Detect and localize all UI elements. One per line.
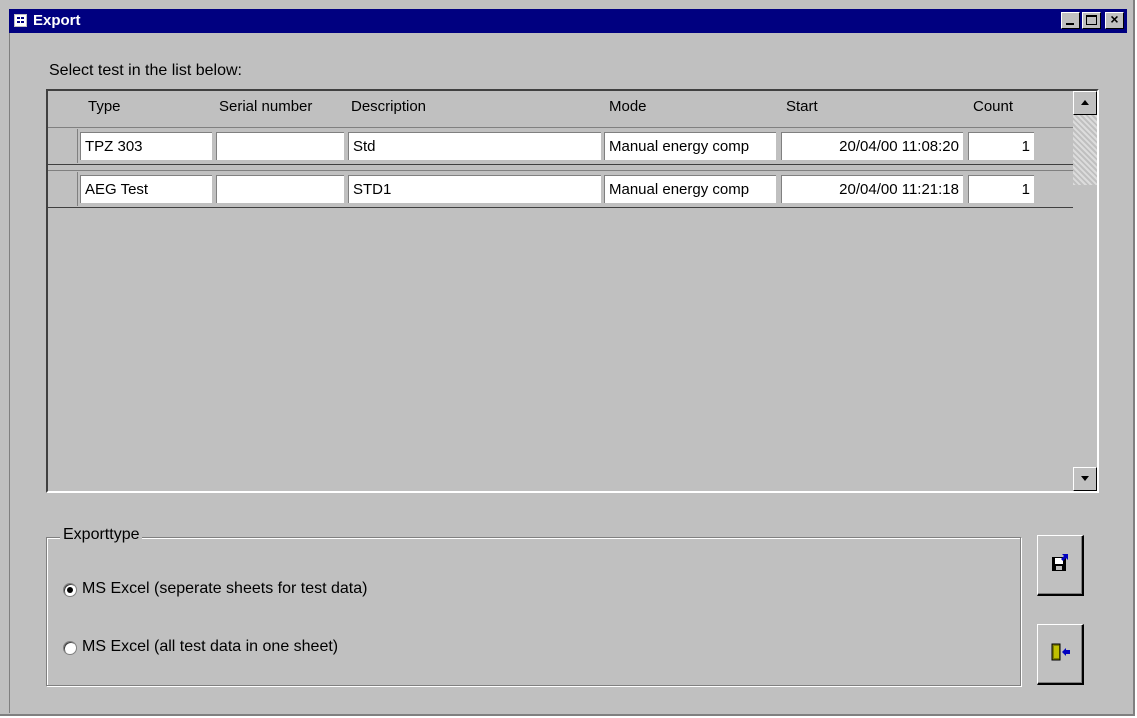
test-list[interactable]: Type Serial number Description Mode Star… — [46, 89, 1099, 493]
radio-selected-dot — [67, 587, 73, 593]
window-left-edge — [9, 33, 10, 713]
export-type-label: Exporttype — [60, 526, 143, 544]
cell-count[interactable]: 1 — [968, 132, 1034, 160]
save-export-icon — [1052, 554, 1068, 571]
cell-serial-number[interactable] — [216, 132, 344, 160]
cell-type[interactable]: TPZ 303 — [80, 132, 212, 160]
cell-count[interactable]: 1 — [968, 175, 1034, 203]
table-row[interactable]: TPZ 303 Std Manual energy comp 20/04/00 … — [48, 127, 1074, 165]
cell-type[interactable]: AEG Test — [80, 175, 212, 203]
minimize-button[interactable] — [1061, 12, 1080, 29]
cell-serial-number[interactable] — [216, 175, 344, 203]
column-header-type: Type — [88, 98, 121, 115]
scroll-thumb[interactable] — [1073, 115, 1097, 185]
exit-door-icon — [1051, 643, 1070, 661]
window-title: Export — [33, 12, 81, 29]
radio-button[interactable] — [63, 641, 77, 655]
list-prompt: Select test in the list below: — [49, 62, 242, 79]
cell-description[interactable]: STD1 — [348, 175, 601, 203]
radio-label[interactable]: MS Excel (all test data in one sheet) — [82, 638, 338, 656]
row-selector[interactable] — [48, 129, 78, 163]
column-header-description: Description — [351, 98, 427, 115]
cell-description[interactable]: Std — [348, 132, 601, 160]
arrow-down-icon — [1081, 476, 1089, 481]
cell-start[interactable]: 20/04/00 11:08:20 — [781, 132, 963, 160]
export-window: Export × Select test in the list below: … — [0, 0, 1135, 716]
maximize-icon — [1086, 15, 1097, 25]
cell-mode[interactable]: Manual energy comp — [604, 175, 776, 203]
table-row[interactable]: AEG Test STD1 Manual energy comp 20/04/0… — [48, 170, 1074, 208]
export-button[interactable] — [1037, 535, 1084, 596]
row-selector[interactable] — [48, 172, 78, 206]
minimize-icon — [1066, 23, 1074, 25]
scroll-up-button[interactable] — [1073, 91, 1097, 115]
maximize-button[interactable] — [1082, 12, 1101, 29]
arrow-up-icon — [1081, 100, 1089, 105]
vertical-scrollbar[interactable] — [1073, 91, 1097, 491]
cell-start[interactable]: 20/04/00 11:21:18 — [781, 175, 963, 203]
close-icon: × — [1110, 11, 1119, 27]
export-type-group: Exporttype MS Excel (seperate sheets for… — [46, 526, 1021, 686]
column-header-count: Count — [973, 98, 1014, 115]
column-header-start: Start — [786, 98, 818, 115]
title-bar[interactable]: Export × — [9, 9, 1127, 33]
radio-button[interactable] — [63, 583, 77, 597]
cell-mode[interactable]: Manual energy comp — [604, 132, 776, 160]
form-icon — [14, 14, 27, 27]
radio-label[interactable]: MS Excel (seperate sheets for test data) — [82, 580, 367, 598]
exit-button[interactable] — [1037, 624, 1084, 685]
close-button[interactable]: × — [1105, 11, 1124, 29]
scroll-down-button[interactable] — [1073, 467, 1097, 491]
column-header-serial-number: Serial number — [219, 98, 313, 115]
column-header-mode: Mode — [609, 98, 647, 115]
